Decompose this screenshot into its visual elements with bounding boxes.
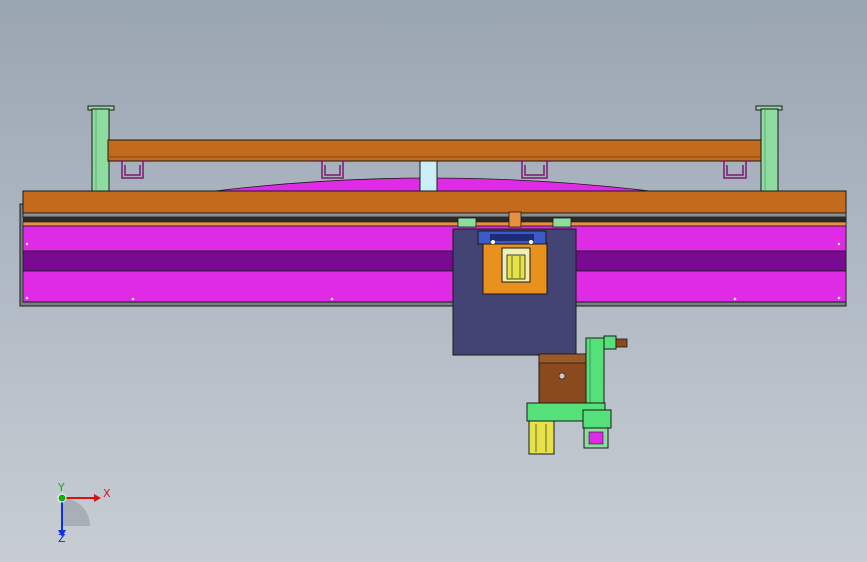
coordinate-triad	[57, 493, 101, 537]
center-post[interactable]	[419, 160, 438, 192]
main-frame[interactable]	[19, 190, 847, 307]
triad-y-label: Y	[58, 481, 65, 494]
cad-model-scene[interactable]	[0, 0, 867, 562]
triad-x-label: X	[103, 487, 111, 500]
drive-assembly[interactable]	[526, 335, 628, 455]
cad-viewport[interactable]: X Y Z	[0, 0, 867, 562]
upper-beam[interactable]	[107, 139, 762, 162]
y-axis-dot-icon	[57, 493, 67, 503]
x-axis-arrow-icon	[94, 494, 101, 502]
triad-z-label: Z	[58, 532, 66, 545]
carriage[interactable]	[452, 211, 577, 356]
